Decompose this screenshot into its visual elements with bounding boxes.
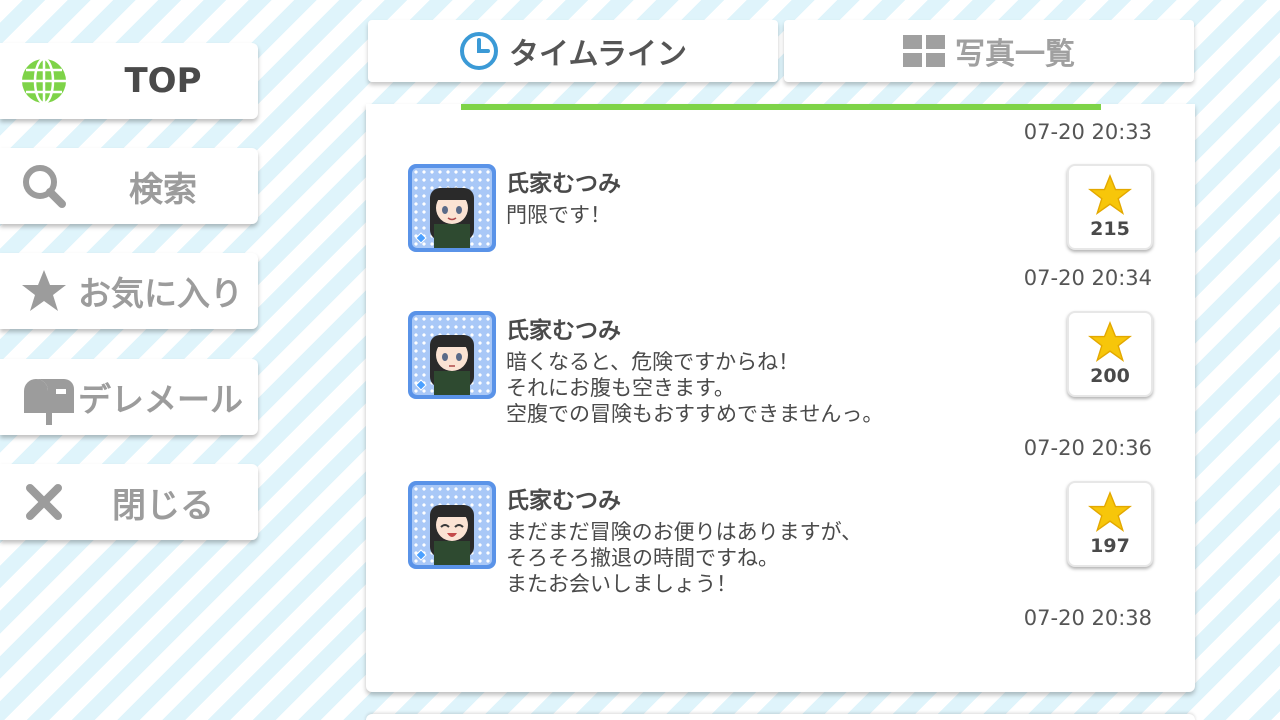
sidebar-item-search[interactable]: 検索 bbox=[0, 148, 258, 224]
sidebar-item-label: TOP bbox=[124, 61, 202, 101]
timestamp: 07-20 20:33 bbox=[1023, 120, 1152, 144]
character-portrait bbox=[415, 187, 474, 248]
post-author: 氏家むつみ bbox=[506, 318, 621, 344]
tab-photos[interactable]: 写真一覧 bbox=[784, 20, 1194, 82]
star-icon bbox=[1088, 491, 1132, 533]
timeline-panel: 07-20 20:33 氏家むつみ 門限です！ 215 07-20 20:34 … bbox=[366, 104, 1195, 692]
tab-label: タイムライン bbox=[509, 37, 687, 72]
post-message: 門限です！ bbox=[506, 203, 611, 227]
grid-icon bbox=[903, 35, 945, 67]
post-message: まだまだ冒険のお便りはありますが、 そろそろ撤退の時間ですね。 またお会いしまし… bbox=[506, 520, 863, 596]
sidebar-item-label: 閉じる bbox=[112, 485, 214, 526]
sidebar-item-top[interactable]: TOP bbox=[0, 43, 258, 119]
avatar[interactable] bbox=[408, 164, 496, 252]
timestamp: 07-20 20:36 bbox=[1023, 436, 1152, 460]
sidebar-item-favorites[interactable]: お気に入り bbox=[0, 253, 258, 329]
sidebar-item-deremail[interactable]: デレメール bbox=[0, 359, 258, 435]
post-author: 氏家むつみ bbox=[506, 171, 621, 197]
sidebar-item-label: デレメール bbox=[78, 380, 243, 419]
close-icon bbox=[20, 478, 68, 526]
character-portrait bbox=[415, 505, 474, 565]
avatar[interactable] bbox=[408, 311, 496, 399]
like-count: 200 bbox=[1090, 365, 1130, 387]
like-count: 215 bbox=[1090, 218, 1130, 240]
search-icon bbox=[20, 162, 68, 210]
load-progress-fill bbox=[461, 104, 1101, 110]
timestamp: 07-20 20:34 bbox=[1023, 266, 1152, 290]
sidebar-item-label: お気に入り bbox=[78, 274, 243, 313]
clock-icon bbox=[460, 32, 499, 70]
next-panel-edge bbox=[366, 714, 1195, 720]
post-author: 氏家むつみ bbox=[506, 488, 621, 514]
like-button[interactable]: 197 bbox=[1067, 481, 1153, 567]
post-message: 暗くなると、危険ですからね！ それにお腹も空きます。 空腹での冒険もおすすめでき… bbox=[506, 350, 884, 426]
tab-timeline[interactable]: タイムライン bbox=[368, 20, 778, 82]
character-portrait bbox=[415, 335, 474, 395]
star-icon bbox=[20, 267, 68, 315]
tab-label: 写真一覧 bbox=[955, 37, 1075, 72]
star-icon bbox=[1088, 321, 1132, 363]
mailbox-icon bbox=[20, 373, 74, 425]
timestamp: 07-20 20:38 bbox=[1023, 606, 1152, 630]
like-button[interactable]: 215 bbox=[1067, 164, 1153, 250]
load-progress bbox=[461, 104, 1101, 110]
like-button[interactable]: 200 bbox=[1067, 311, 1153, 397]
star-icon bbox=[1088, 174, 1132, 216]
sidebar-item-close[interactable]: 閉じる bbox=[0, 464, 258, 540]
sidebar-item-label: 検索 bbox=[129, 169, 197, 210]
like-count: 197 bbox=[1090, 535, 1130, 557]
globe-icon bbox=[20, 57, 68, 105]
avatar[interactable] bbox=[408, 481, 496, 569]
